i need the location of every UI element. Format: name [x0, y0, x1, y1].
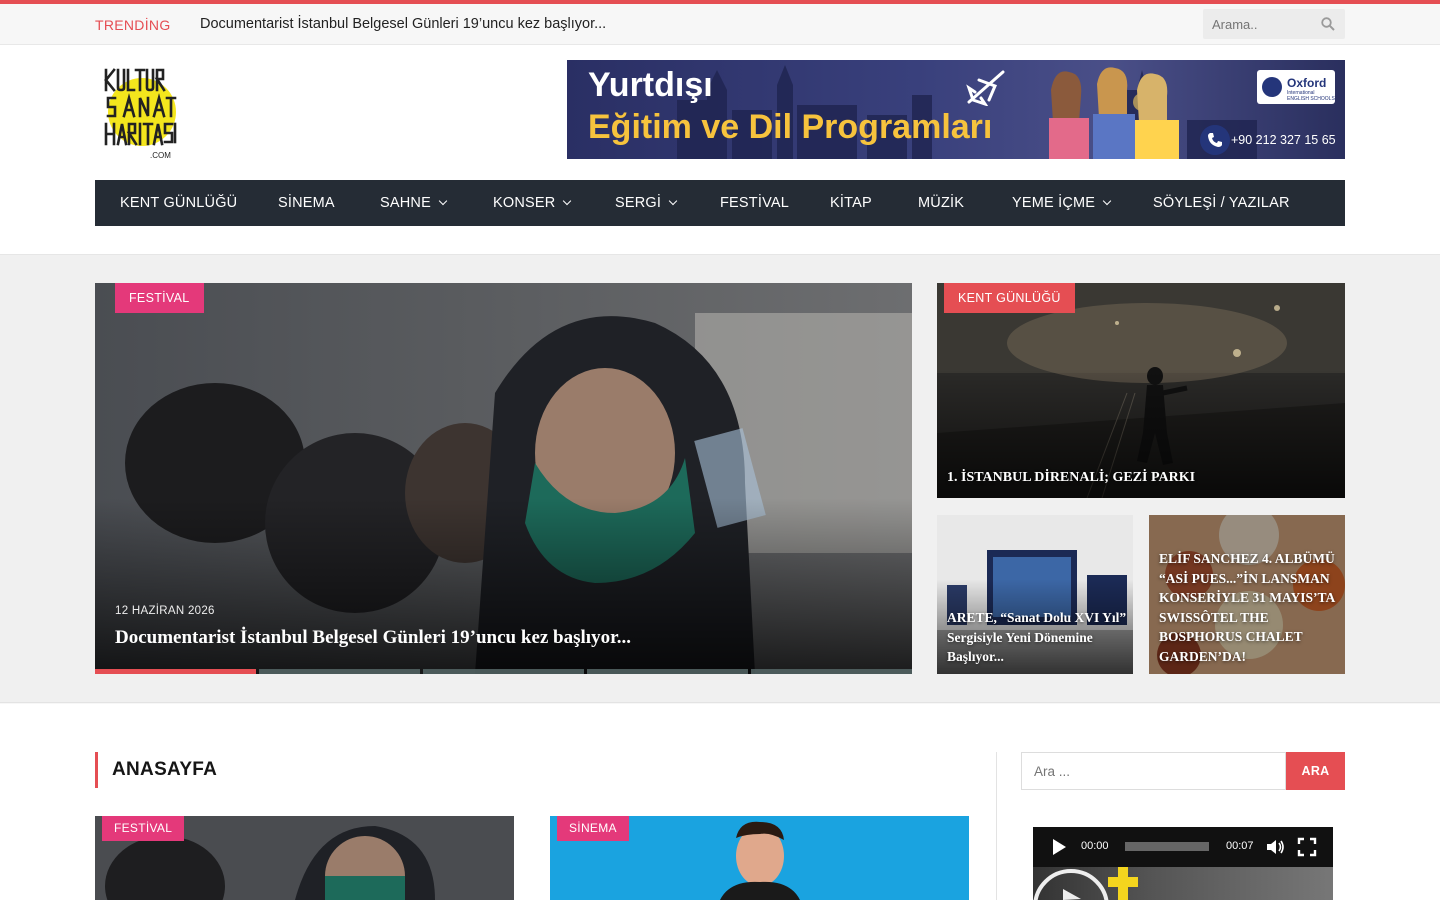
featured-side-title[interactable]: ARETE, “Sanat Dolu XVI Yıl” Sergisiyle Y…	[947, 608, 1129, 667]
slider-dot-3[interactable]	[423, 669, 584, 674]
banner-headline-1: Yurtdışı	[588, 66, 713, 104]
nav-item-festival[interactable]: FESTİVAL	[720, 180, 789, 226]
slider-dot-5[interactable]	[751, 669, 912, 674]
site-header: .COM Yurtdışı Eğitim ve Dil Programları	[0, 45, 1440, 255]
nav-item-konser[interactable]: KONSER	[493, 180, 572, 226]
search-button[interactable]: ARA	[1286, 752, 1345, 790]
top-search-input[interactable]	[1203, 9, 1318, 39]
featured-section: FESTİVAL 12 HAZİRAN 2026 Documentarist İ…	[0, 255, 1440, 703]
fullscreen-icon[interactable]	[1297, 837, 1317, 857]
featured-main-title[interactable]: Documentarist İstanbul Belgesel Günleri …	[115, 627, 631, 649]
video-duration: 00:07	[1226, 840, 1254, 852]
slider-dot-2[interactable]	[259, 669, 420, 674]
oxford-brand-box: Oxford International ENGLISH SCHOOLS	[1257, 70, 1335, 104]
main-navigation: KENT GÜNLÜĞÜ SİNEMA SAHNE KONSER SERGİ F…	[95, 180, 1345, 226]
post-date: 12 HAZİRAN 2026	[115, 605, 215, 617]
top-bar: TRENDİNG Documentarist İstanbul Belgesel…	[0, 4, 1440, 45]
play-icon[interactable]	[1053, 839, 1066, 855]
sidebar-divider	[996, 752, 997, 900]
section-title: ANASAYFA	[95, 752, 217, 788]
nav-item-soylesi-yazilar[interactable]: SÖYLEŞİ / YAZILAR	[1153, 180, 1290, 226]
sidebar-search: ARA	[1021, 752, 1345, 790]
featured-side-title[interactable]: ELİF SANCHEZ 4. ALBÜMÜ “ASİ PUES...”İN L…	[1159, 549, 1341, 666]
chevron-down-icon	[563, 196, 572, 206]
featured-main-post[interactable]: FESTİVAL 12 HAZİRAN 2026 Documentarist İ…	[95, 283, 912, 674]
search-icon[interactable]	[1321, 17, 1335, 31]
brand-name: Oxford	[1287, 76, 1327, 90]
trending-label: TRENDİNG	[95, 17, 171, 33]
video-current-time: 00:00	[1081, 840, 1109, 852]
slider-pagination	[95, 669, 912, 674]
site-logo[interactable]: .COM	[100, 62, 178, 162]
featured-side-post-small-2[interactable]: ELİF SANCHEZ 4. ALBÜMÜ “ASİ PUES...”İN L…	[1149, 515, 1345, 674]
video-poster	[1033, 867, 1333, 900]
volume-icon[interactable]	[1265, 837, 1285, 857]
sidebar-search-input[interactable]	[1021, 752, 1286, 790]
nav-item-sinema[interactable]: SİNEMA	[278, 180, 335, 226]
svg-text:.COM: .COM	[150, 151, 171, 160]
trending-headline-link[interactable]: Documentarist İstanbul Belgesel Günleri …	[200, 16, 606, 32]
featured-side-post-small-1[interactable]: ARETE, “Sanat Dolu XVI Yıl” Sergisiyle Y…	[937, 515, 1133, 674]
nav-item-kent-gunlugu[interactable]: KENT GÜNLÜĞÜ	[120, 180, 237, 226]
airplane-icon	[966, 70, 1005, 106]
post-card[interactable]: FESTİVAL	[95, 816, 514, 900]
category-badge[interactable]: KENT GÜNLÜĞÜ	[944, 283, 1075, 313]
featured-side-post-large[interactable]: KENT GÜNLÜĞÜ 1. İSTANBUL DİRENALİ; GEZİ …	[937, 283, 1345, 498]
chevron-down-icon	[668, 196, 678, 206]
nav-item-sergi[interactable]: SERGİ	[615, 180, 678, 226]
featured-main-image	[95, 283, 912, 674]
nav-item-yeme-icme[interactable]: YEME İÇME	[1012, 180, 1112, 226]
post-card[interactable]: SİNEMA	[550, 816, 969, 900]
banner-phone-number: +90 212 327 15 65	[1231, 133, 1336, 147]
main-content: ANASAYFA FESTİVAL SİNEMA ARA 00:00 00:07	[0, 704, 1440, 900]
category-badge[interactable]: FESTİVAL	[102, 816, 185, 841]
slider-dot-1[interactable]	[95, 669, 256, 674]
top-search-box	[1203, 9, 1345, 39]
phone-icon	[1200, 125, 1230, 155]
chevron-down-icon	[1102, 196, 1112, 206]
ad-banner[interactable]: Yurtdışı Eğitim ve Dil Programları Oxfor…	[567, 60, 1345, 159]
slider-dot-4[interactable]	[587, 669, 748, 674]
nav-item-kitap[interactable]: KİTAP	[830, 180, 872, 226]
globe-icon	[1262, 77, 1282, 97]
banner-headline-2: Eğitim ve Dil Programları	[588, 108, 993, 146]
students-photo	[1049, 67, 1179, 159]
video-player[interactable]: 00:00 00:07	[1033, 827, 1333, 900]
nav-item-muzik[interactable]: MÜZİK	[918, 180, 964, 226]
chevron-down-icon	[438, 196, 448, 206]
brand-subtitle: International ENGLISH SCHOOLS	[1287, 90, 1335, 102]
video-controls: 00:00 00:07	[1033, 827, 1333, 867]
category-badge[interactable]: SİNEMA	[557, 816, 629, 841]
featured-side-title[interactable]: 1. İSTANBUL DİRENALİ; GEZİ PARKI	[947, 468, 1195, 488]
nav-item-sahne[interactable]: SAHNE	[380, 180, 448, 226]
video-progress-bar[interactable]	[1125, 842, 1209, 851]
category-badge[interactable]: FESTİVAL	[115, 283, 204, 313]
